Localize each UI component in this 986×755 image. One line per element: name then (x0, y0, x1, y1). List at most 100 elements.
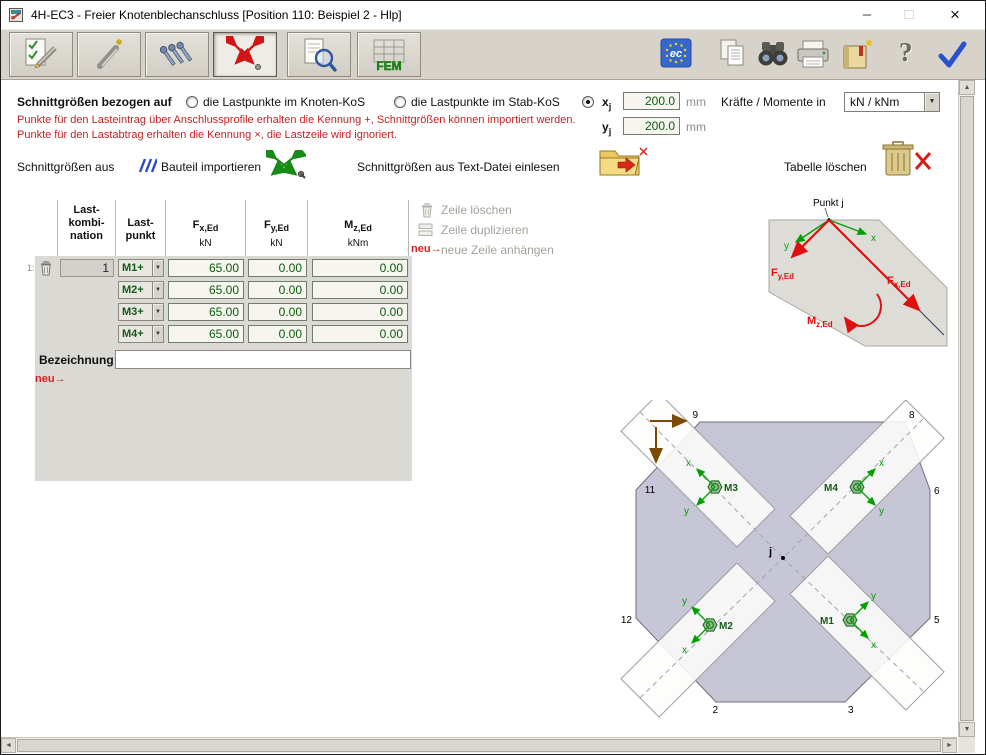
copy-pages-icon (717, 37, 749, 71)
bolts-icon (158, 36, 196, 74)
lastpunkt-value: M3+ (119, 304, 152, 320)
column-divider (408, 200, 409, 256)
import-prefix-label: Schnittgrößen aus (17, 160, 114, 174)
menu-duplicate-icon (418, 223, 435, 237)
svg-text:Punkt j: Punkt j (813, 198, 844, 209)
chevron-down-icon[interactable]: ▼ (924, 93, 939, 111)
minimize-button[interactable]: – (847, 1, 887, 29)
radio-knoten-kos[interactable] (186, 96, 198, 108)
print-button[interactable] (795, 37, 831, 71)
window-title: 4H-EC3 - Freier Knotenblechanschluss [Po… (31, 8, 402, 22)
fx-input[interactable] (168, 259, 244, 277)
header-fx: Fx,Ed (166, 219, 245, 235)
bezeichnung-input[interactable] (115, 350, 411, 369)
yj-label: yj (602, 120, 611, 136)
svg-text:5: 5 (934, 615, 940, 626)
preview-button[interactable] (287, 32, 351, 77)
svg-text:y: y (871, 591, 876, 602)
menu-delete-icon (420, 202, 434, 218)
svg-text:3: 3 (848, 705, 854, 716)
menu-delete-row[interactable]: Zeile löschen (441, 203, 512, 217)
protocol-button[interactable] (9, 32, 73, 77)
header-fy: Fy,Ed (246, 219, 307, 235)
crossed-arrows-icon (226, 36, 264, 74)
plate-diagram: x y x y x y x y M3 M4 M2 M1 j 9 (620, 400, 952, 718)
vertical-scrollbar[interactable]: ▲ ▼ (958, 80, 975, 737)
horizontal-scrollbar-thumb[interactable] (17, 739, 941, 752)
yj-input[interactable] (623, 117, 680, 135)
confirm-button[interactable] (935, 37, 969, 71)
scroll-up-button[interactable]: ▲ (959, 80, 975, 95)
lastpunkt-select[interactable]: M2+ ▼ (118, 281, 164, 299)
maximize-button[interactable]: □ (889, 1, 929, 29)
eurocode-button[interactable]: ec (660, 37, 692, 71)
help-button[interactable]: ? (899, 37, 913, 68)
append-combination-button[interactable]: neu→ (35, 373, 66, 385)
menu-append-icon: neu→ (411, 243, 442, 255)
mz-input[interactable] (312, 281, 408, 299)
force-diagram: Punkt j x y Fx,Ed Fy,Ed Mz,Ed (767, 196, 949, 348)
lastkombination-cell[interactable]: 1 (60, 259, 114, 277)
radio-stab-kos-label: die Lastpunkte im Stab-KoS (411, 95, 560, 109)
header-mz: Mz,Ed (308, 219, 408, 235)
lastpunkt-value: M4+ (119, 326, 152, 342)
svg-text:12: 12 (621, 615, 633, 626)
xj-input[interactable] (623, 92, 680, 110)
scroll-right-button[interactable]: ► (942, 738, 957, 753)
chevron-down-icon[interactable]: ▼ (152, 260, 163, 276)
clear-table-button[interactable] (876, 139, 932, 179)
fy-input[interactable] (248, 259, 307, 277)
menu-duplicate-row[interactable]: Zeile duplizieren (441, 223, 528, 237)
scrollbar-corner (958, 737, 975, 753)
chevron-down-icon[interactable]: ▼ (152, 282, 163, 298)
scroll-left-button[interactable]: ◄ (1, 738, 16, 753)
mz-input[interactable] (312, 259, 408, 277)
note-lasteintrag: Punkte für den Lasteintrag über Anschlus… (17, 114, 576, 126)
lastpunkt-select[interactable]: M4+ ▼ (118, 325, 164, 343)
fx-input[interactable] (168, 281, 244, 299)
row-delete-button[interactable] (39, 260, 53, 276)
svg-text:8: 8 (909, 410, 915, 421)
svg-text:M2: M2 (719, 621, 733, 632)
lastpunkt-select[interactable]: M3+ ▼ (118, 303, 164, 321)
titlebar: 4H-EC3 - Freier Knotenblechanschluss [Po… (1, 1, 985, 29)
find-button[interactable] (755, 37, 791, 71)
header-lastkombination: Last- kombi- nation (58, 204, 115, 243)
handbook-button[interactable] (839, 37, 875, 73)
units-select[interactable]: kN / kNm ▼ (844, 92, 940, 112)
magnifier-page-icon (300, 36, 338, 74)
lastpunkt-select[interactable]: M1+ ▼ (118, 259, 164, 277)
clear-table-label: Tabelle löschen (784, 160, 867, 174)
close-button[interactable]: × (929, 1, 981, 29)
header-mz-unit: kNm (308, 237, 408, 250)
fy-input[interactable] (248, 281, 307, 299)
app-icon (9, 7, 25, 23)
vertical-scrollbar-thumb[interactable] (960, 96, 974, 721)
chevron-down-icon[interactable]: ▼ (152, 326, 163, 342)
fy-input[interactable] (248, 325, 307, 343)
section-heading: Schnittgrößen bezogen auf (17, 95, 172, 109)
chevron-down-icon[interactable]: ▼ (152, 304, 163, 320)
radio-stab-kos[interactable] (394, 96, 406, 108)
fx-input[interactable] (168, 325, 244, 343)
fem-grid-icon: FEM (369, 35, 409, 75)
svg-text:ec: ec (670, 48, 682, 60)
header-fy-unit: kN (246, 237, 307, 250)
open-textfile-button[interactable] (598, 145, 648, 178)
menu-append-row[interactable]: neue Zeile anhängen (441, 243, 554, 257)
horizontal-scrollbar[interactable]: ◄ ► (1, 737, 957, 753)
radio-coordinates[interactable] (582, 96, 594, 108)
fx-input[interactable] (168, 303, 244, 321)
bolts-button[interactable] (145, 32, 209, 77)
mz-input[interactable] (312, 325, 408, 343)
units-value: kN / kNm (845, 93, 924, 111)
fy-input[interactable] (248, 303, 307, 321)
internal-forces-button[interactable] (213, 32, 277, 77)
scroll-down-button[interactable]: ▼ (959, 722, 975, 737)
svg-text:M4: M4 (824, 483, 838, 494)
fem-button[interactable]: FEM (357, 32, 421, 77)
copy-button[interactable] (717, 37, 749, 71)
tools-button[interactable] (77, 32, 141, 77)
import-component-button[interactable] (266, 150, 306, 180)
mz-input[interactable] (312, 303, 408, 321)
